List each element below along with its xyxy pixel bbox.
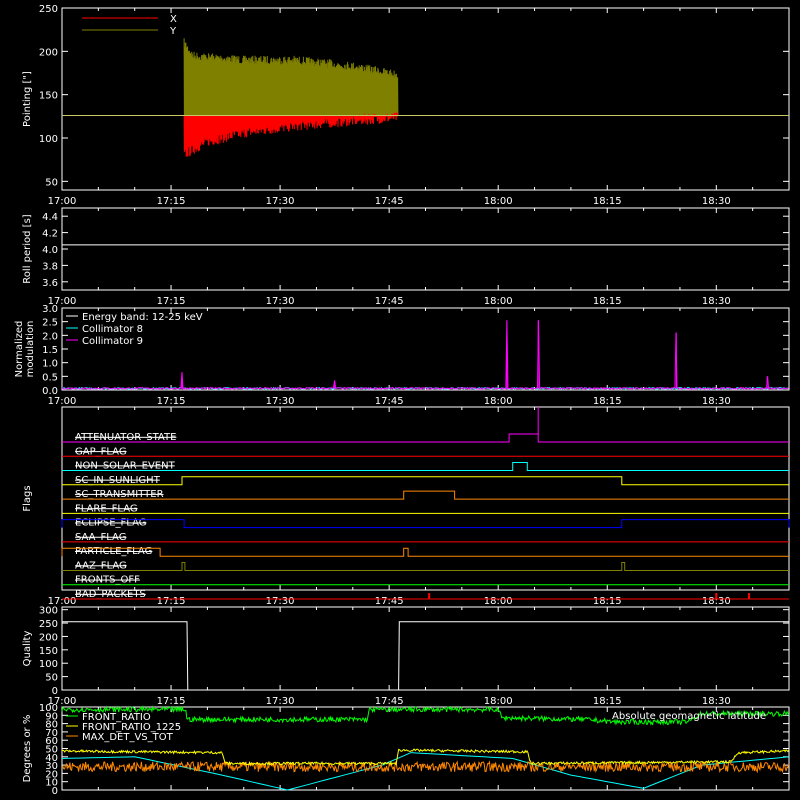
- flags-xtick-label: 17:45: [375, 596, 404, 607]
- modulation-legend-label: Energy band: 12-25 keV: [82, 312, 203, 323]
- roll-xtick-label: 17:15: [157, 296, 186, 307]
- modulation-legend-label: Collimator 9: [82, 336, 143, 347]
- pointing-xtick-label: 17:15: [157, 196, 186, 207]
- flag-label-sc-in-sunlight: SC_IN_SUNLIGHT: [75, 475, 161, 486]
- quality-xtick-label: 17:15: [157, 696, 186, 707]
- roll-ytick-label: 4.0: [42, 245, 58, 256]
- flag-trace-particle-flag: [61, 547, 789, 557]
- modulation-ytick-label: 0.5: [42, 372, 58, 383]
- flag-label-sc-transmitter: SC_TRANSMITTER: [75, 489, 164, 500]
- legend-y-label: Y: [169, 26, 177, 37]
- collimator9-trace: [61, 320, 789, 391]
- pointing-ytick-label: 250: [39, 4, 58, 15]
- quality-ylabel: Quality: [22, 631, 33, 667]
- pointing-xtick-label: 17:30: [266, 196, 295, 207]
- ratios-legend-label-max-det-vs-tot: MAX_DET_VS_TOT: [82, 732, 174, 743]
- roll-frame: [61, 207, 790, 291]
- pointing-xtick-label: 17:45: [375, 196, 404, 207]
- modulation-xtick-label: 17:15: [157, 396, 186, 407]
- observing-summary-plot: 50 100 150 200 250 17:00 17:15 17:30 17:45 18:00 1…: [14, 4, 790, 797]
- roll-xtick-label: 18:00: [484, 296, 513, 307]
- pointing-xtick-label: 18:30: [702, 196, 731, 207]
- roll-xtick-label: 18:15: [593, 296, 622, 307]
- quality-xtick-label: 18:00: [484, 696, 513, 707]
- quality-xtick-label: 18:30: [702, 696, 731, 707]
- flag-trace-sc-in-sunlight: [62, 476, 789, 486]
- flag-trace-eclipse-flag: [61, 519, 790, 529]
- modulation-ylabel: modulation: [25, 321, 36, 378]
- roll-ytick-label: 3.8: [42, 261, 58, 272]
- flag-trace-sc-transmitter: [62, 490, 789, 500]
- flags-xtick-label: 18:15: [593, 596, 622, 607]
- flags-xtick-label: 17:30: [266, 596, 295, 607]
- pointing-xtick-label: 18:15: [593, 196, 622, 207]
- roll-ylabel: Roll period [s]: [22, 214, 33, 283]
- quality-ytick-label: 100: [39, 659, 58, 670]
- series-x-trace: [183, 112, 399, 157]
- flag-label-gap-flag: GAP_FLAG: [75, 446, 127, 457]
- modulation-ytick-label: 1.5: [42, 345, 58, 356]
- flag-label-flare-flag: FLARE_FLAG: [75, 503, 138, 514]
- modulation-xtick-label: 18:00: [484, 396, 513, 407]
- flags-xtick-label: 18:00: [484, 596, 513, 607]
- roll-ytick-label: 4.4: [42, 212, 58, 223]
- flag-label-attenuator-state: ATTENUATOR_STATE: [75, 432, 176, 443]
- quality-ytick-label: 200: [39, 632, 58, 643]
- legend-x-label: X: [170, 14, 177, 25]
- modulation-xtick-label: 18:15: [593, 396, 622, 407]
- quality-ytick-label: 150: [39, 646, 58, 657]
- absolute-geomagnetic-latitude-trace: [61, 752, 790, 791]
- roll-ytick-label: 3.6: [42, 278, 58, 289]
- ratios-legend-label-absolute-geomagnetic-latitude: Absolute geomagnetic latitude: [612, 711, 766, 722]
- quality-ytick-label: 250: [39, 619, 58, 630]
- ratios-ytick-label: 100: [39, 703, 58, 714]
- flag-label-aaz-flag: AAZ_FLAG: [75, 560, 127, 571]
- modulation-ytick-label: 1.0: [42, 359, 58, 370]
- quality-xtick-label: 17:45: [375, 696, 404, 707]
- roll-ytick-label: 4.2: [42, 229, 58, 240]
- flag-label-non-solar-event: NON_SOLAR_EVENT: [75, 461, 176, 472]
- flags-ylabel: Flags: [22, 485, 33, 511]
- flags-xtick-label: 17:15: [157, 596, 186, 607]
- pointing-xtick-label: 17:00: [48, 196, 77, 207]
- quality-frame: [61, 606, 790, 691]
- quality-xtick-label: 18:15: [593, 696, 622, 707]
- flag-label-fronts-off: FRONTS_OFF: [75, 575, 140, 586]
- quality-ytick-label: 300: [39, 606, 58, 617]
- pointing-ytick-label: 100: [39, 134, 58, 145]
- flag-label-bad-packets: BAD_PACKETS: [75, 589, 146, 600]
- pointing-ytick-label: 50: [45, 177, 58, 188]
- flag-label-saa-flag: SAA_FLAG: [75, 532, 126, 543]
- quality-trace: [62, 621, 789, 691]
- modulation-ytick-label: 2.5: [42, 318, 58, 329]
- front-ratio-1225-trace: [61, 748, 790, 766]
- quality-xtick-label: 17:30: [266, 696, 295, 707]
- quality-ytick-label: 50: [45, 673, 58, 684]
- roll-xtick-label: 17:30: [266, 296, 295, 307]
- modulation-ytick-label: 2.0: [42, 331, 58, 342]
- series-y-trace: [183, 38, 399, 116]
- pointing-ytick-label: 200: [39, 47, 58, 58]
- flag-trace-aaz-flag: [62, 562, 789, 571]
- ratios-ylabel: Degrees or %: [22, 715, 33, 783]
- modulation-legend-label: Collimator 8: [82, 324, 143, 335]
- pointing-xtick-label: 18:00: [484, 196, 513, 207]
- roll-xtick-label: 17:45: [375, 296, 404, 307]
- roll-xtick-label: 18:30: [702, 296, 731, 307]
- modulation-xtick-label: 18:30: [702, 396, 731, 407]
- modulation-ylabel: Normalized: [14, 321, 25, 378]
- modulation-xtick-label: 17:00: [48, 396, 77, 407]
- modulation-xtick-label: 17:30: [266, 396, 295, 407]
- max-det-vs-tot-trace: [61, 760, 790, 774]
- modulation-xtick-label: 17:45: [375, 396, 404, 407]
- pointing-ylabel: Pointing ["]: [22, 71, 33, 127]
- pointing-ytick-label: 150: [39, 91, 58, 102]
- modulation-ytick-label: 3.0: [42, 304, 58, 315]
